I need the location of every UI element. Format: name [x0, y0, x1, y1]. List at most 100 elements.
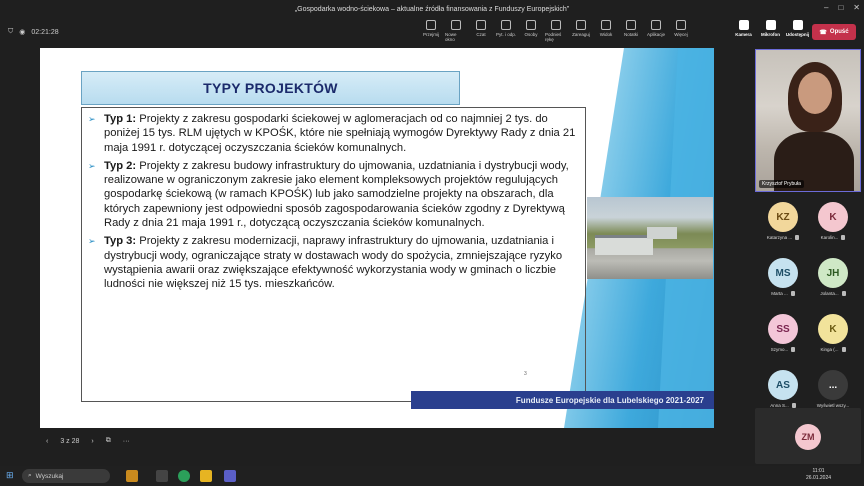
participant-tile[interactable]: K Karolin... — [808, 202, 858, 240]
slide-footer: Fundusze Europejskie dla Lubelskiego 202… — [411, 391, 714, 409]
toolbar-react-button[interactable]: Zareaguj — [570, 20, 592, 42]
view-icon — [601, 20, 611, 30]
phone-hangup-icon: ☎ — [819, 29, 827, 36]
meeting-toolbar: ⛉ ◉ 02:21:28 Przejmij Nowe okno Czat Pyt. i… — [0, 18, 864, 46]
avatar: ZM — [795, 424, 821, 450]
taskbar-app-icon[interactable] — [156, 470, 168, 482]
participant-tile[interactable]: MS Marta ... — [758, 258, 808, 296]
self-video-tile[interactable]: Krzysztof Prybuła — [755, 49, 861, 192]
microphone-muted-icon — [795, 235, 800, 240]
teams-icon[interactable] — [224, 470, 236, 482]
toolbar-raise-hand-button[interactable]: Podnieś rękę — [545, 20, 567, 42]
bullet-arrow-icon: ➢ — [88, 160, 96, 171]
new-window-icon — [451, 20, 461, 30]
qa-icon — [501, 20, 511, 30]
toolbar-button-label: Notatki — [623, 32, 638, 37]
record-icon: ◉ — [19, 29, 26, 36]
slide-page-number: 3 — [524, 371, 527, 377]
close-icon[interactable]: ✕ — [853, 3, 860, 12]
project-type-label: Typ 3: — [104, 235, 137, 248]
avatar: K — [818, 202, 848, 232]
microphone-muted-icon — [841, 291, 846, 296]
minimize-icon[interactable]: – — [824, 3, 828, 12]
participant-name: Kinga (... — [820, 347, 839, 352]
people-icon — [526, 20, 536, 30]
participant-tile[interactable]: SS Szymo... — [758, 314, 808, 352]
participant-name: Krzysztof Prybuła — [759, 180, 804, 188]
apps-icon — [651, 20, 661, 30]
toolbar-chat-button[interactable]: Czat — [470, 20, 492, 42]
toolbar-new-window-button[interactable]: Nowe okno — [445, 20, 467, 42]
avatar: JH — [818, 258, 848, 288]
participant-name: Marta ... — [771, 291, 788, 296]
meeting-timer: 02:21:28 — [31, 28, 59, 36]
toolbar-more-button[interactable]: Więcej — [670, 20, 692, 42]
participant-tile[interactable]: ... Wyświetl wszy... — [808, 370, 858, 408]
toolbar-button-label: Przejmij — [422, 32, 439, 37]
toolbar-people-button[interactable]: Osoby — [520, 20, 542, 42]
toolbar-button-label: Osoby — [524, 32, 538, 37]
slide-grid-icon[interactable]: ⧉ — [106, 437, 111, 445]
toolbar-view-button[interactable]: Widok — [595, 20, 617, 42]
photo-building — [647, 227, 677, 239]
participant-tile[interactable]: ZM — [755, 408, 861, 464]
participant-tile[interactable]: K Kinga (... — [808, 314, 858, 352]
participant-name-row: Katarzyna ... — [767, 235, 800, 240]
project-type-item: ➢ Typ 2: Projekty z zakresu budowy infra… — [88, 159, 579, 230]
avatar: K — [818, 314, 848, 344]
chat-icon — [476, 20, 486, 30]
next-slide-icon[interactable]: › — [91, 438, 93, 445]
previous-slide-icon[interactable]: ‹ — [46, 438, 48, 445]
camera-button[interactable]: Kamera — [730, 20, 757, 37]
presentation-stage: TYPY PROJEKTÓW ➢ Typ 1: Projekty z zakre… — [0, 46, 752, 430]
participant-tile[interactable]: KZ Katarzyna ... — [758, 202, 808, 240]
slide-title: TYPY PROJEKTÓW — [81, 71, 460, 105]
taskbar-app-icon[interactable] — [126, 470, 138, 482]
toolbar-qa-button[interactable]: Pyt. i odp. — [495, 20, 517, 42]
project-type-label: Typ 2: — [104, 159, 137, 172]
notes-icon — [626, 20, 636, 30]
toolbar-button-label: Pyt. i odp. — [495, 32, 516, 37]
avatar: AS — [768, 370, 798, 400]
toolbar-button-label: Więcej — [674, 32, 688, 37]
window-title: „Gospodarka wodno-ściekowa – aktualne źr… — [294, 5, 570, 13]
file-explorer-icon[interactable] — [200, 470, 212, 482]
participant-tile[interactable]: JH Jolanta... — [808, 258, 858, 296]
toolbar-button-label: Podnieś rękę — [545, 32, 562, 42]
microphone-button[interactable]: Mikrofon — [757, 20, 784, 37]
toolbar-apps-button[interactable]: Aplikacje — [645, 20, 667, 42]
avatar: ... — [818, 370, 848, 400]
taskbar-clock: 11:01 26.01.2024 — [806, 468, 831, 482]
toolbar-button-label: Aplikacje — [646, 32, 665, 37]
toolbar-notes-button[interactable]: Notatki — [620, 20, 642, 42]
project-type-text: Projekty z zakresu gospodarki ściekowej … — [104, 113, 576, 154]
avatar: MS — [768, 258, 798, 288]
camera-icon — [738, 20, 749, 30]
share-screen-button[interactable]: Udostępnij — [784, 20, 811, 37]
windows-start-icon[interactable]: ⊞ — [6, 470, 14, 481]
share-icon — [426, 20, 436, 30]
toolbar-button-label: Nowe okno — [445, 32, 457, 42]
window-titlebar: „Gospodarka wodno-ściekowa – aktualne źr… — [0, 0, 864, 18]
more-options-icon[interactable]: ··· — [123, 438, 130, 445]
presentation-slide: TYPY PROJEKTÓW ➢ Typ 1: Projekty z zakre… — [40, 48, 714, 428]
photo-building — [595, 235, 653, 255]
participant-face — [798, 72, 832, 114]
participant-name-row: Marta ... — [771, 291, 795, 296]
window-controls: – □ ✕ — [824, 3, 860, 12]
edge-browser-icon[interactable] — [178, 470, 190, 482]
search-placeholder: Wyszukaj — [35, 472, 64, 480]
leave-button[interactable]: ☎ Opuść — [812, 24, 856, 40]
participant-name: Szymo... — [770, 347, 789, 352]
taskbar-search[interactable]: ⌕ Wyszukaj — [22, 469, 110, 483]
microphone-muted-icon — [791, 347, 796, 352]
react-icon — [576, 20, 586, 30]
toolbar-share-button[interactable]: Przejmij — [420, 20, 442, 42]
maximize-icon[interactable]: □ — [838, 3, 843, 12]
slide-navigation: ‹ 3 z 28 › ⧉ ··· — [0, 430, 752, 452]
project-type-item: ➢ Typ 1: Projekty z zakresu gospodarki ś… — [88, 112, 579, 155]
shield-icon: ⛉ — [8, 28, 14, 35]
participant-tile[interactable]: AS Anna S... — [758, 370, 808, 408]
taskbar-date: 26.01.2024 — [806, 475, 832, 481]
microphone-muted-icon — [841, 347, 846, 352]
